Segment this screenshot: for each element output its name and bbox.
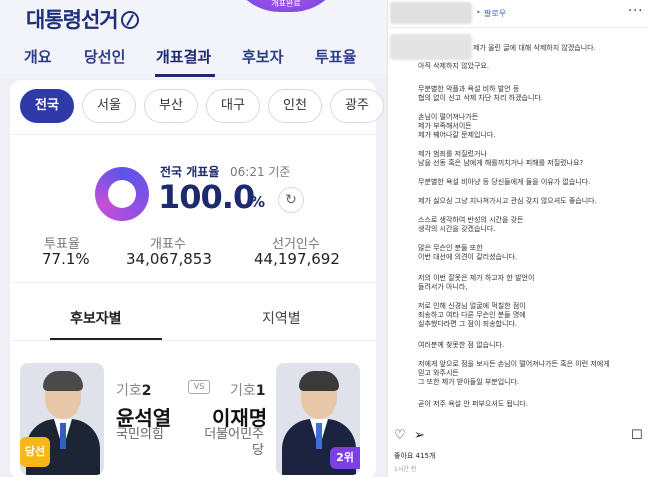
nav-candidates[interactable]: 후보자 <box>242 46 283 67</box>
divider <box>10 134 376 135</box>
caption-line: 제가 부족해서이든 <box>418 122 472 130</box>
post-actions: ♡ ➢ ☐ <box>388 428 647 446</box>
region-chip-seoul[interactable]: 서울 <box>82 89 136 123</box>
refresh-icon[interactable]: ↻ <box>278 187 304 213</box>
stat-value-counted: 34,067,853 <box>126 250 212 268</box>
brand-logo-icon <box>120 11 139 29</box>
main-nav: 개요 당선인 개표결과 후보자 투표율 <box>0 44 387 77</box>
nav-winner[interactable]: 당선인 <box>84 46 125 67</box>
candidate-party-yoon: 국민의힘 <box>116 427 164 442</box>
candidate-photo-lee: 2위 <box>276 363 360 475</box>
region-chip-daegu[interactable]: 대구 <box>206 89 260 123</box>
caption-line: 저에게 앞으로 점을 보시든 손님이 떨어져나가든 혹은 이런 저에게 <box>418 360 610 368</box>
nav-turnout[interactable]: 투표율 <box>315 46 356 67</box>
tab-by-candidate[interactable]: 후보자별 <box>70 308 122 328</box>
caption-line: 아직 삭제하지 않았구요. <box>418 62 490 70</box>
likes-count: 좋아요 415개 <box>394 452 436 460</box>
caption-line: 믿고 와주시든 <box>418 369 459 377</box>
number-label: 기호 <box>230 383 256 399</box>
region-chip-incheon[interactable]: 인천 <box>268 89 322 123</box>
caption-line: 실추했다라면 그 점이 죄송합니다. <box>418 320 518 328</box>
region-chip-national[interactable]: 전국 <box>20 89 74 123</box>
count-progress-ring <box>95 167 149 221</box>
caption-line: 죄송하고 여타 다른 무슨인 분들 명에 <box>418 311 526 319</box>
candidate-party-lee: 더불어민주 당 <box>202 427 264 459</box>
caption-line: 곧이 저주 욕설 안 퍼부으셔도 됩니다. <box>418 400 528 408</box>
number-value: 1 <box>255 383 266 399</box>
blurred-username <box>390 2 472 24</box>
caption-line: 여러분께 찾못한 점 없습니다. <box>418 341 505 349</box>
instagram-post: • 팔로우 ··· 제가 올린 글에 대해 삭제하지 않겠습니다. 아직 삭제하지… <box>387 0 647 477</box>
number-label: 기호 <box>116 383 142 399</box>
second-place-badge: 2위 <box>330 447 360 469</box>
brand-title: 대통령선거 <box>26 4 139 34</box>
election-app: 대통령선거 개표완료 개요 당선인 개표결과 후보자 투표율 전국 서울 부산 … <box>0 0 387 477</box>
number-value: 2 <box>141 383 152 399</box>
count-complete-banner: 개표완료 <box>228 0 344 12</box>
more-options-icon[interactable]: ··· <box>628 4 643 19</box>
candidate-photo-yoon: 당선 <box>20 363 104 475</box>
candidate-number-lee: 기호1 <box>230 380 266 400</box>
count-percent-unit: % <box>250 193 266 211</box>
separator-dot: • <box>476 8 481 17</box>
caption-line: 많은 무슨인 분들 또한 <box>418 244 483 252</box>
person-tie <box>316 423 322 449</box>
bookmark-icon[interactable]: ☐ <box>631 428 643 443</box>
post-header: • 팔로우 ··· <box>388 0 647 28</box>
tab-by-region[interactable]: 지역별 <box>262 308 301 328</box>
candidate-number-yoon: 기호2 <box>116 380 152 400</box>
caption-line: 제가 싫으심 그냥 지나쳐가시고 관심 갖지 않으셔도 좋습니다. <box>418 197 597 205</box>
follow-button[interactable]: 팔로우 <box>484 8 506 19</box>
blurred-avatar-username <box>390 34 472 60</box>
post-time: 1시간 전 <box>394 466 417 473</box>
person-hair <box>43 371 83 391</box>
divider <box>10 282 376 283</box>
results-card: 전국 서울 부산 대구 인천 광주 전국 개표율 06:21 기준 100.0 … <box>10 80 384 477</box>
region-chip-gwangju[interactable]: 광주 <box>330 89 384 123</box>
region-chip-busan[interactable]: 부산 <box>144 89 198 123</box>
caption-line: 제가 꿰어나갈 문제입니다. <box>418 131 496 139</box>
region-chips: 전국 서울 부산 대구 인천 광주 <box>20 89 384 125</box>
divider <box>10 340 376 341</box>
person-hair <box>299 371 339 391</box>
nav-overview[interactable]: 개요 <box>24 46 52 67</box>
caption-line: 손님이 떨어져나가든 <box>418 113 479 121</box>
caption-line: 제가 올린 글에 대해 삭제하지 않겠습니다. <box>473 44 596 52</box>
caption-line: 이번 대선에 의견이 갈리셨습니다. <box>418 253 518 261</box>
person-tie <box>60 423 66 449</box>
party-line: 더불어민주 <box>204 427 264 442</box>
caption-line: 남을 선동 혹은 남에게 해를끼치거나 피해를 저질렀나요? <box>418 159 584 167</box>
caption-line: 생각의 시간을 갖겠습니다. <box>418 225 496 233</box>
winner-badge: 당선 <box>20 437 50 467</box>
caption-line: 협의 없이 신고 삭제 차단 처리 하겠습니다. <box>418 94 544 102</box>
caption-line: 제가 범죄를 저질렀거나 <box>418 150 487 158</box>
caption-line: 돌려서가 아니라, <box>418 283 468 291</box>
party-line: 당 <box>252 443 264 458</box>
brand-text: 대통령선거 <box>26 8 119 32</box>
stat-value-electorate: 44,197,692 <box>254 250 340 268</box>
vs-badge: VS <box>188 380 210 394</box>
caption-line: 그 또한 제가 받아들일 부분입니다. <box>418 378 520 386</box>
heart-icon[interactable]: ♡ <box>394 428 406 443</box>
nav-results[interactable]: 개표결과 <box>156 46 211 67</box>
caption-line: 저의 이번 잘못은 제가 하고자 한 발언이 <box>418 274 535 282</box>
caption-line: 스스로 생각하여 반성의 시간을 갖든 <box>418 216 524 224</box>
banner-text: 개표완료 <box>271 0 301 8</box>
app-header: 대통령선거 개표완료 개요 당선인 개표결과 후보자 투표율 <box>0 0 387 78</box>
caption-line: 무분별한 욕설 비아냥 등 당신들에게 들을 이유가 없습니다. <box>418 178 591 186</box>
screenshot-root: 대통령선거 개표완료 개요 당선인 개표결과 후보자 투표율 전국 서울 부산 … <box>0 0 647 477</box>
stat-value-turnout: 77.1% <box>42 250 90 268</box>
caption-line: 저로 인해 신경님 얼굴에 먹칠한 점이 <box>418 302 526 310</box>
caption-line: 무분별한 악플과 욕설 비하 발언 등 <box>418 85 520 93</box>
nav-active-underline <box>155 74 215 77</box>
count-percent: 100.0 <box>158 178 255 216</box>
share-icon[interactable]: ➢ <box>414 428 425 443</box>
